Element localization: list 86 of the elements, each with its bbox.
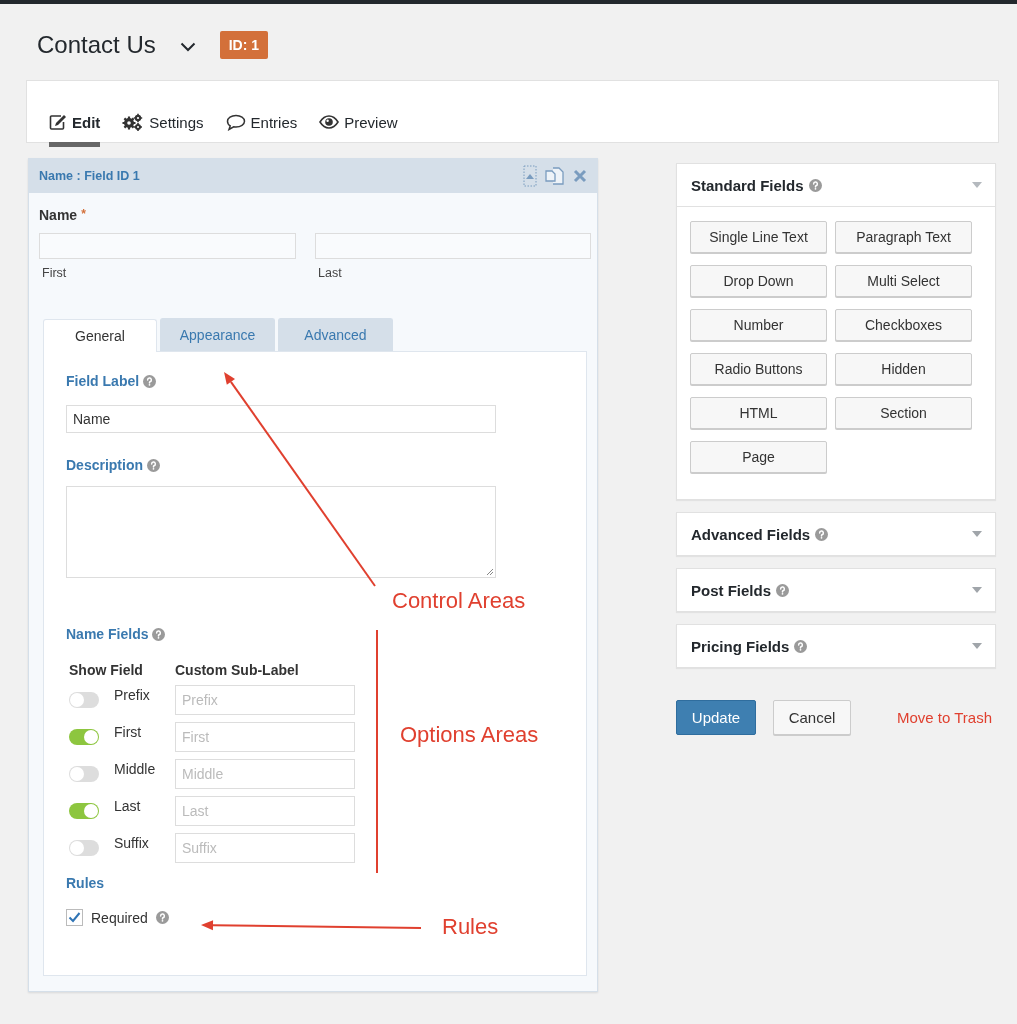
caret-down-icon [972, 182, 982, 188]
field-type-button[interactable]: Checkboxes [835, 309, 972, 341]
group-title: Standard Fields [691, 176, 804, 194]
sub-label: Last [318, 266, 343, 280]
field-type-button[interactable]: Paragraph Text [835, 221, 972, 253]
help-icon[interactable] [808, 178, 822, 192]
subfield-name: Prefix [114, 687, 151, 703]
section-label: Description [66, 457, 143, 473]
subfield-name: Middle [114, 761, 157, 777]
field-type-button[interactable]: HTML [690, 397, 827, 429]
speech-bubble-icon [225, 113, 246, 131]
field-type-button[interactable]: Page [690, 441, 827, 473]
edit-icon [49, 113, 67, 131]
field-group-header[interactable]: Standard Fields [677, 164, 995, 206]
field-group-header[interactable]: Post Fields [677, 569, 995, 611]
column-header: Show Field [69, 662, 144, 678]
field-tab[interactable]: Appearance [160, 318, 275, 351]
help-icon[interactable] [152, 627, 166, 641]
input-field[interactable] [315, 233, 591, 259]
field-label-input[interactable]: Name [66, 405, 496, 433]
annotation-label: Options Areas [400, 722, 539, 748]
input-field[interactable] [39, 233, 296, 259]
toggle-switch[interactable] [69, 839, 99, 856]
gear-icon [122, 113, 145, 131]
nav-tab[interactable]: Settings [122, 81, 204, 147]
subfield-name: Last [114, 798, 142, 814]
sub-label-input[interactable]: First [175, 721, 355, 752]
help-icon[interactable] [143, 374, 157, 388]
collapse-icon[interactable] [523, 165, 537, 187]
resize-grip-icon[interactable] [485, 567, 494, 576]
checkbox-label: Required [91, 909, 148, 926]
sub-label: First [42, 266, 68, 280]
section-label: Field Label [66, 373, 140, 389]
field-type-button[interactable]: Single Line Text [690, 221, 827, 253]
move-to-trash-link[interactable]: Move to Trash [897, 709, 993, 726]
help-icon[interactable] [155, 911, 169, 924]
caret-down-icon [972, 531, 982, 537]
annotation-label: Rules [442, 914, 499, 940]
caret-down-icon [972, 587, 982, 593]
toggle-switch[interactable] [69, 691, 99, 708]
field-type-button[interactable]: Section [835, 397, 972, 429]
update-button[interactable]: Update [676, 700, 756, 735]
help-icon[interactable] [815, 527, 829, 541]
sub-label-input[interactable]: Last [175, 795, 355, 826]
help-icon[interactable] [794, 639, 808, 653]
group-title: Advanced Fields [691, 525, 811, 543]
close-icon[interactable] [573, 169, 587, 183]
field-type-button[interactable]: Multi Select [835, 265, 972, 297]
help-icon[interactable] [776, 583, 790, 597]
section-label: Name Fields [66, 626, 149, 642]
help-icon[interactable] [147, 458, 160, 472]
toggle-switch[interactable] [69, 728, 99, 745]
annotation-label: Control Areas [392, 588, 526, 614]
toggle-switch[interactable] [69, 765, 99, 782]
field-group-header[interactable]: Pricing Fields [677, 625, 995, 667]
field-type-button[interactable]: Radio Buttons [690, 353, 827, 385]
field-type-button[interactable]: Number [690, 309, 827, 341]
sub-label-input[interactable]: Middle [175, 758, 355, 789]
group-title: Pricing Fields [691, 637, 790, 655]
subfield-name: First [114, 724, 143, 740]
field-tab[interactable]: Advanced [278, 318, 393, 351]
form-title: Contact Us [37, 31, 156, 59]
sub-label-input[interactable]: Suffix [175, 832, 355, 863]
eye-icon [319, 115, 340, 129]
chevron-down-icon[interactable] [179, 42, 196, 52]
checkbox[interactable] [66, 909, 83, 926]
nav-tab[interactable]: Edit [49, 81, 101, 147]
caret-down-icon [972, 643, 982, 649]
panel-title: Name : Field ID 1 [39, 169, 140, 183]
field-type-button[interactable]: Hidden [835, 353, 972, 385]
toggle-switch[interactable] [69, 802, 99, 819]
nav-tab[interactable]: Preview [319, 81, 398, 147]
field-tab[interactable]: General [43, 319, 157, 352]
section-label: Rules [66, 875, 105, 891]
sub-label-input[interactable]: Prefix [175, 684, 355, 715]
group-title: Post Fields [691, 581, 772, 599]
duplicate-icon[interactable] [545, 167, 565, 185]
required-mark: * [81, 207, 86, 223]
cancel-button[interactable]: Cancel [773, 700, 851, 735]
column-header: Custom Sub-Label [175, 662, 299, 678]
form-id-badge: ID: 1 [219, 31, 269, 59]
field-group-header[interactable]: Advanced Fields [677, 513, 995, 555]
subfield-name: Suffix [114, 835, 150, 851]
nav-tab[interactable]: Entries [225, 81, 298, 147]
field-type-button[interactable]: Drop Down [690, 265, 827, 297]
field-label: Name [39, 207, 78, 223]
